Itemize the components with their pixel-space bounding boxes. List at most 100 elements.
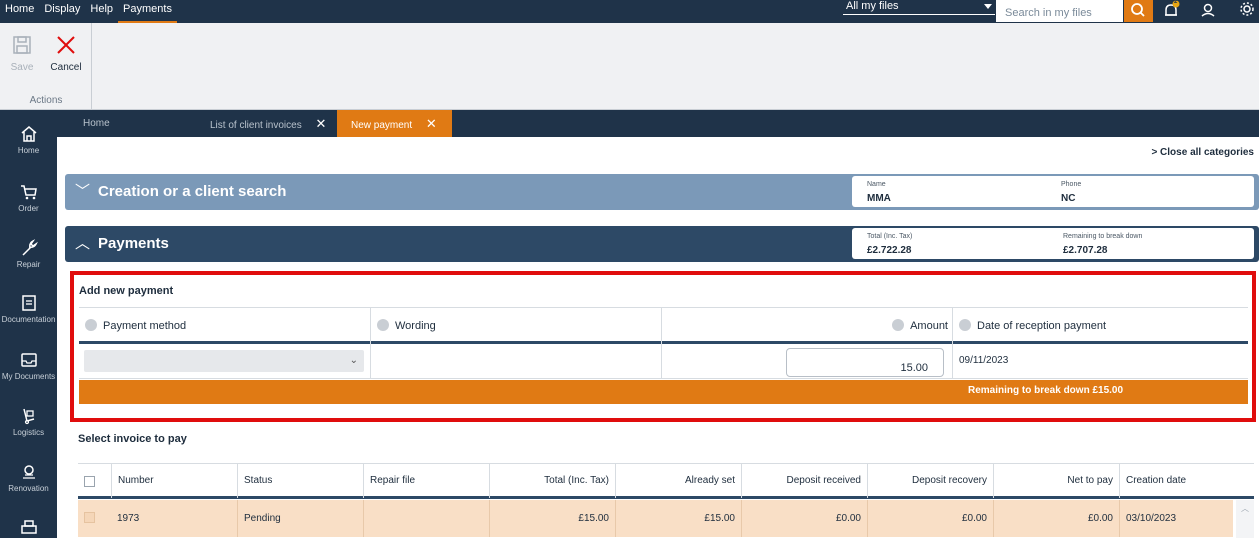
close-icon[interactable]: ✕ xyxy=(316,110,327,137)
column-header-wording[interactable]: Wording xyxy=(370,308,661,344)
caret-down-icon xyxy=(984,4,992,9)
sidebar-item-documentation[interactable]: Documentation xyxy=(0,293,57,324)
column-header-status[interactable]: Status xyxy=(237,464,363,498)
edit-icon xyxy=(959,319,971,332)
tab-label: Home xyxy=(83,118,110,129)
payments-info-card: Total (Inc. Tax) £2.722.28 Remaining to … xyxy=(852,228,1254,259)
total-label: Total (Inc. Tax) xyxy=(867,233,913,240)
edit-icon xyxy=(85,319,97,332)
scroll-up-icon[interactable]: ︿ xyxy=(1241,503,1249,514)
column-label: Payment method xyxy=(103,320,187,332)
phone-label: Phone xyxy=(1061,181,1082,188)
add-new-payment-panel: Add new payment Payment method Wording A… xyxy=(70,271,1256,422)
file-filter-value: All my files xyxy=(846,0,899,12)
column-header-net-to-pay[interactable]: Net to pay xyxy=(993,464,1119,498)
amount-input[interactable]: 15.00 xyxy=(786,348,944,377)
remaining-value: £2.707.28 xyxy=(1063,245,1108,256)
sidebar-item-repair[interactable]: Repair xyxy=(0,238,57,269)
close-all-categories-link[interactable]: > Close all categories xyxy=(1151,147,1254,158)
save-icon xyxy=(13,36,31,54)
tab-home[interactable]: Home xyxy=(83,110,110,137)
tab-new-payment[interactable]: New payment ✕ xyxy=(337,110,452,137)
column-header-already-set[interactable]: Already set xyxy=(615,464,741,498)
gear-icon xyxy=(1240,2,1254,16)
user-button[interactable] xyxy=(1197,0,1219,22)
user-icon xyxy=(1201,3,1215,17)
select-invoice-heading: Select invoice to pay xyxy=(78,433,187,445)
menu-payments[interactable]: Payments xyxy=(118,0,177,23)
sidebar-item-label: Documentation xyxy=(1,315,56,324)
payments-section-header[interactable]: ︿ Payments Total (Inc. Tax) £2.722.28 Rem… xyxy=(65,226,1259,262)
menu-help[interactable]: Help xyxy=(85,0,118,23)
close-icon xyxy=(57,36,75,54)
save-button[interactable]: Save xyxy=(2,34,42,73)
table-scrollbar[interactable]: ︿ xyxy=(1236,500,1254,538)
cancel-button[interactable]: Cancel xyxy=(46,34,86,73)
cell-deposit-recovery: £0.00 xyxy=(867,500,993,537)
wording-cell[interactable] xyxy=(370,344,661,378)
remaining-banner: Remaining to break down £15.00 xyxy=(79,380,1248,404)
name-value: MMA xyxy=(867,193,891,204)
payment-input-row: ⌄ 15.00 09/11/2023 xyxy=(79,344,1248,379)
column-header-creation-date[interactable]: Creation date xyxy=(1119,464,1233,498)
settings-button[interactable] xyxy=(1236,0,1258,22)
menu-display[interactable]: Display xyxy=(39,0,85,23)
date-cell[interactable]: 09/11/2023 xyxy=(952,344,1248,378)
phone-value: NC xyxy=(1061,193,1076,204)
column-header-date[interactable]: Date of reception payment xyxy=(952,308,1248,344)
edit-icon xyxy=(377,319,389,332)
sidebar-item-home[interactable]: Home xyxy=(0,124,57,155)
top-menu-bar: Home Display Help Payments All my files … xyxy=(0,0,1259,23)
total-value: £2.722.28 xyxy=(867,245,912,256)
column-header-repair-file[interactable]: Repair file xyxy=(363,464,489,498)
tab-strip: Home List of client invoices ✕ New payme… xyxy=(57,110,1259,137)
column-label: Wording xyxy=(395,320,436,332)
creation-section-header[interactable]: ﹀ Creation or a client search Name MMA Ph… xyxy=(65,174,1259,210)
column-header-total[interactable]: Total (Inc. Tax) xyxy=(489,464,615,498)
payment-method-select[interactable]: ⌄ xyxy=(84,350,364,372)
notifications-button[interactable]: 2 xyxy=(1160,0,1182,22)
select-all-checkbox[interactable] xyxy=(84,476,95,487)
select-all-cell xyxy=(78,464,111,498)
column-header-payment-method[interactable]: Payment method xyxy=(79,308,370,344)
search-button[interactable] xyxy=(1124,0,1153,22)
sidebar-item-order[interactable]: Order xyxy=(0,182,57,213)
column-label: Amount xyxy=(910,320,948,332)
row-checkbox[interactable] xyxy=(84,512,95,523)
creation-section-title: Creation or a client search xyxy=(98,183,287,200)
column-label: Date of reception payment xyxy=(977,320,1107,332)
ribbon: Save Cancel Actions xyxy=(0,23,1259,110)
column-header-number[interactable]: Number xyxy=(111,464,237,498)
column-header-deposit-recovery[interactable]: Deposit recovery xyxy=(867,464,993,498)
sidebar-item-logistics[interactable]: Logistics xyxy=(0,406,57,437)
close-icon[interactable]: ✕ xyxy=(426,110,437,137)
wrench-icon xyxy=(21,239,38,256)
sidebar-item-label: Renovation xyxy=(8,484,49,493)
actions-group-label: Actions xyxy=(29,95,63,106)
amount-cell: 15.00 xyxy=(661,344,952,378)
sidebar-item-my-documents[interactable]: My Documents xyxy=(0,350,57,381)
search-input[interactable]: Search in my files xyxy=(996,0,1123,22)
column-header-amount[interactable]: Amount xyxy=(661,308,952,344)
search-icon xyxy=(1131,3,1145,17)
table-row[interactable]: 1973 Pending £15.00 £15.00 £0.00 £0.00 £… xyxy=(78,500,1233,537)
menu-home[interactable]: Home xyxy=(0,0,39,23)
file-filter-select[interactable]: All my files xyxy=(843,0,995,15)
inbox-icon xyxy=(20,353,37,367)
tab-list-of-client-invoices[interactable]: List of client invoices ✕ xyxy=(210,110,326,137)
section-title: ﹀ Creation or a client search xyxy=(75,174,286,210)
bell-icon xyxy=(1165,0,1180,16)
sidebar-item-print[interactable] xyxy=(0,518,57,538)
remaining-banner-text: Remaining to break down £15.00 xyxy=(968,385,1124,396)
save-label: Save xyxy=(10,62,34,73)
remaining-label: Remaining to break down xyxy=(1063,233,1143,240)
sidebar-item-renovation[interactable]: Renovation xyxy=(0,462,57,493)
cell-deposit-received: £0.00 xyxy=(741,500,867,537)
notification-badge: 2 xyxy=(1174,0,1178,5)
chevron-up-icon: ︿ xyxy=(75,235,91,252)
column-header-deposit-received[interactable]: Deposit received xyxy=(741,464,867,498)
main-menu: Home Display Help Payments xyxy=(0,0,177,23)
sidebar-item-label: Order xyxy=(18,204,39,213)
tab-label: List of client invoices xyxy=(210,120,302,131)
actions-group: Save Cancel Actions xyxy=(0,23,92,110)
